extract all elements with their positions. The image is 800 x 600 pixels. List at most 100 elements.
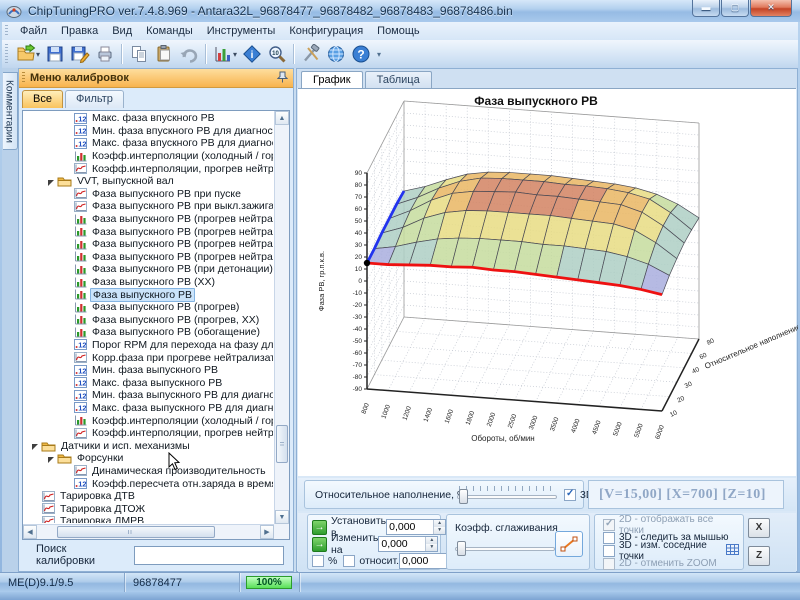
slider-thumb[interactable] (457, 541, 466, 556)
menu-4[interactable]: Команды (139, 23, 200, 39)
relative-value-input[interactable] (400, 554, 446, 568)
slider-groove[interactable] (455, 547, 555, 551)
slider-groove[interactable] (457, 495, 557, 499)
tab-all[interactable]: Все (22, 90, 63, 108)
checkbox-percent-box[interactable] (312, 555, 324, 567)
set-value-spinner[interactable]: ▲▼ (386, 519, 446, 535)
checkbox-percent[interactable]: % (312, 555, 337, 567)
tree-folder[interactable]: Форсунки (24, 452, 273, 465)
toolbar-overflow-icon[interactable]: ▾ (377, 50, 381, 59)
undo-button[interactable] (176, 42, 201, 66)
chart-dropdown-icon[interactable]: ▾ (233, 50, 237, 59)
load-slider[interactable] (457, 487, 557, 505)
tree-item[interactable]: 12Мин. фаза выпускного РВ для диагностик… (24, 389, 273, 402)
tree-item[interactable]: Фаза выпускного РВ (прогрев нейтрал., ХХ… (24, 238, 273, 251)
tree-item[interactable]: Фаза выпускного РВ (прогрев нейтрал., ХХ… (24, 251, 273, 264)
comments-tab[interactable]: Комментарии (3, 72, 18, 150)
tree-item[interactable]: 12Макс. фаза впускного РВ для диагностик… (24, 137, 273, 150)
tree-item[interactable]: Коэфф.интерполяции, прогрев нейтр. (холо… (24, 162, 273, 175)
zoom-10x-button[interactable]: 10 (264, 42, 289, 66)
tree-item[interactable]: 12Порог RPM для перехода на фазу для реж… (24, 339, 273, 352)
pin-icon[interactable] (277, 71, 288, 86)
scroll-left-icon[interactable]: ◀ (23, 525, 37, 539)
apply-change-button[interactable]: → (312, 537, 327, 552)
help-button[interactable]: ? (348, 42, 373, 66)
menu-2[interactable]: Правка (54, 23, 105, 39)
tree-item[interactable]: Коэфф.интерполяции (холодный / горячий ) (24, 414, 273, 427)
expander-icon[interactable] (48, 180, 54, 186)
menu-7[interactable]: Помощь (370, 23, 427, 39)
tree-item[interactable]: 12Мин. фаза выпускного РВ (24, 364, 273, 377)
tree-item[interactable]: Фаза выпускного РВ при пуске (24, 188, 273, 201)
tree-item[interactable]: Коэфф.интерполяции, прогрев нейтр. (холо… (24, 427, 273, 440)
menu-5[interactable]: Инструменты (200, 23, 283, 39)
tree-horizontal-scrollbar[interactable]: ◀ ▶ (23, 524, 274, 539)
tree-item[interactable]: Динамическая производительность (24, 465, 273, 478)
tools-button[interactable] (298, 42, 323, 66)
tree-item[interactable]: Фаза выпускного РВ (прогрев, ХХ) (24, 314, 273, 327)
tree-item[interactable]: 12Макс. фаза выпускного РВ (24, 376, 273, 389)
scrollbar-thumb-h[interactable] (57, 526, 215, 538)
tab-table[interactable]: Таблица (365, 71, 432, 88)
tree-item[interactable]: 12Коэфф.пересчета отн.заряда в время впр… (24, 477, 273, 490)
open-dropdown-icon[interactable]: ▾ (36, 50, 40, 59)
checkbox-relative-box[interactable] (343, 555, 355, 567)
tree-item[interactable]: Фаза выпускного РВ (ХХ) (24, 276, 273, 289)
change-value-spinner[interactable]: ▲▼ (378, 536, 438, 552)
expander-icon[interactable] (32, 444, 38, 450)
expander-icon[interactable] (48, 457, 54, 463)
menu-6[interactable]: Конфигурация (282, 23, 370, 39)
menu-1[interactable]: Файл (13, 23, 54, 39)
spin-down-icon[interactable]: ▼ (434, 527, 445, 534)
tree-item[interactable]: Фаза выпускного РВ (при детонации) (24, 263, 273, 276)
tree-item[interactable]: 12Макс. фаза выпускного РВ для диагности… (24, 402, 273, 415)
close-button[interactable]: ✕ (750, 0, 792, 17)
spin-up-icon[interactable]: ▲ (434, 520, 445, 527)
save-button[interactable] (42, 42, 67, 66)
tree-item[interactable]: Фаза выпускного РВ (обогащение) (24, 326, 273, 339)
spin-up-icon[interactable]: ▲ (426, 537, 437, 544)
checkbox-box[interactable] (603, 545, 615, 557)
swap-x-button[interactable]: X (748, 518, 770, 538)
menu-3[interactable]: Вид (105, 23, 139, 39)
tab-filter[interactable]: Фильтр (65, 90, 124, 108)
checkbox-box[interactable] (603, 519, 615, 531)
option-checkbox-4[interactable]: 2D - отменить ZOOM (603, 558, 717, 570)
network-button[interactable] (323, 42, 348, 66)
print-button[interactable] (92, 42, 117, 66)
scrollbar-thumb[interactable] (276, 425, 288, 463)
paste-button[interactable] (151, 42, 176, 66)
tab-graph[interactable]: График (301, 71, 363, 88)
checkbox-relative[interactable]: относит. (343, 555, 399, 567)
scroll-up-icon[interactable]: ▲ (275, 111, 289, 125)
smoothing-slider[interactable] (455, 539, 555, 557)
checkbox-box[interactable] (603, 558, 615, 570)
minimize-button[interactable]: ▬ (692, 0, 720, 17)
tree-item[interactable]: Фаза выпускного РВ при выкл.зажигания (24, 200, 273, 213)
tree-folder[interactable]: Датчики и исп. механизмы (24, 439, 273, 452)
copy-button[interactable] (126, 42, 151, 66)
search-input[interactable] (134, 546, 284, 565)
interpolate-button[interactable] (555, 531, 583, 557)
save-edit-button[interactable] (67, 42, 92, 66)
tree-item[interactable]: Тарировка ДМРВ (24, 515, 273, 523)
tree-item[interactable]: 12Макс. фаза впускного РВ (24, 112, 273, 125)
tree-item[interactable]: Фаза выпускного РВ (прогрев нейтрализато… (24, 213, 273, 226)
apply-set-button[interactable]: → (312, 520, 327, 535)
tree-item[interactable]: Фаза выпускного РВ (прогрев нейтрал., хо… (24, 225, 273, 238)
set-value-input[interactable] (387, 520, 433, 534)
tree-item[interactable]: Коэфф.интерполяции (холодный / горячий ) (24, 150, 273, 163)
scroll-down-icon[interactable]: ▼ (275, 510, 289, 524)
scroll-right-icon[interactable]: ▶ (260, 525, 274, 539)
tree-item[interactable]: Тарировка ДТВ (24, 490, 273, 503)
chart-button[interactable] (210, 42, 235, 66)
tree-vertical-scrollbar[interactable]: ▲ ▼ (274, 111, 289, 524)
checkbox-3d-box[interactable] (564, 489, 576, 501)
tree-item[interactable]: Тарировка ДТОЖ (24, 502, 273, 515)
tree-item[interactable]: 12Мин. фаза впускного РВ для диагностики (24, 125, 273, 138)
info-button[interactable]: i (239, 42, 264, 66)
tree-folder[interactable]: VVT, выпускной вал (24, 175, 273, 188)
spin-down-icon[interactable]: ▼ (426, 544, 437, 551)
open-button[interactable] (13, 42, 38, 66)
change-value-input[interactable] (379, 537, 425, 551)
